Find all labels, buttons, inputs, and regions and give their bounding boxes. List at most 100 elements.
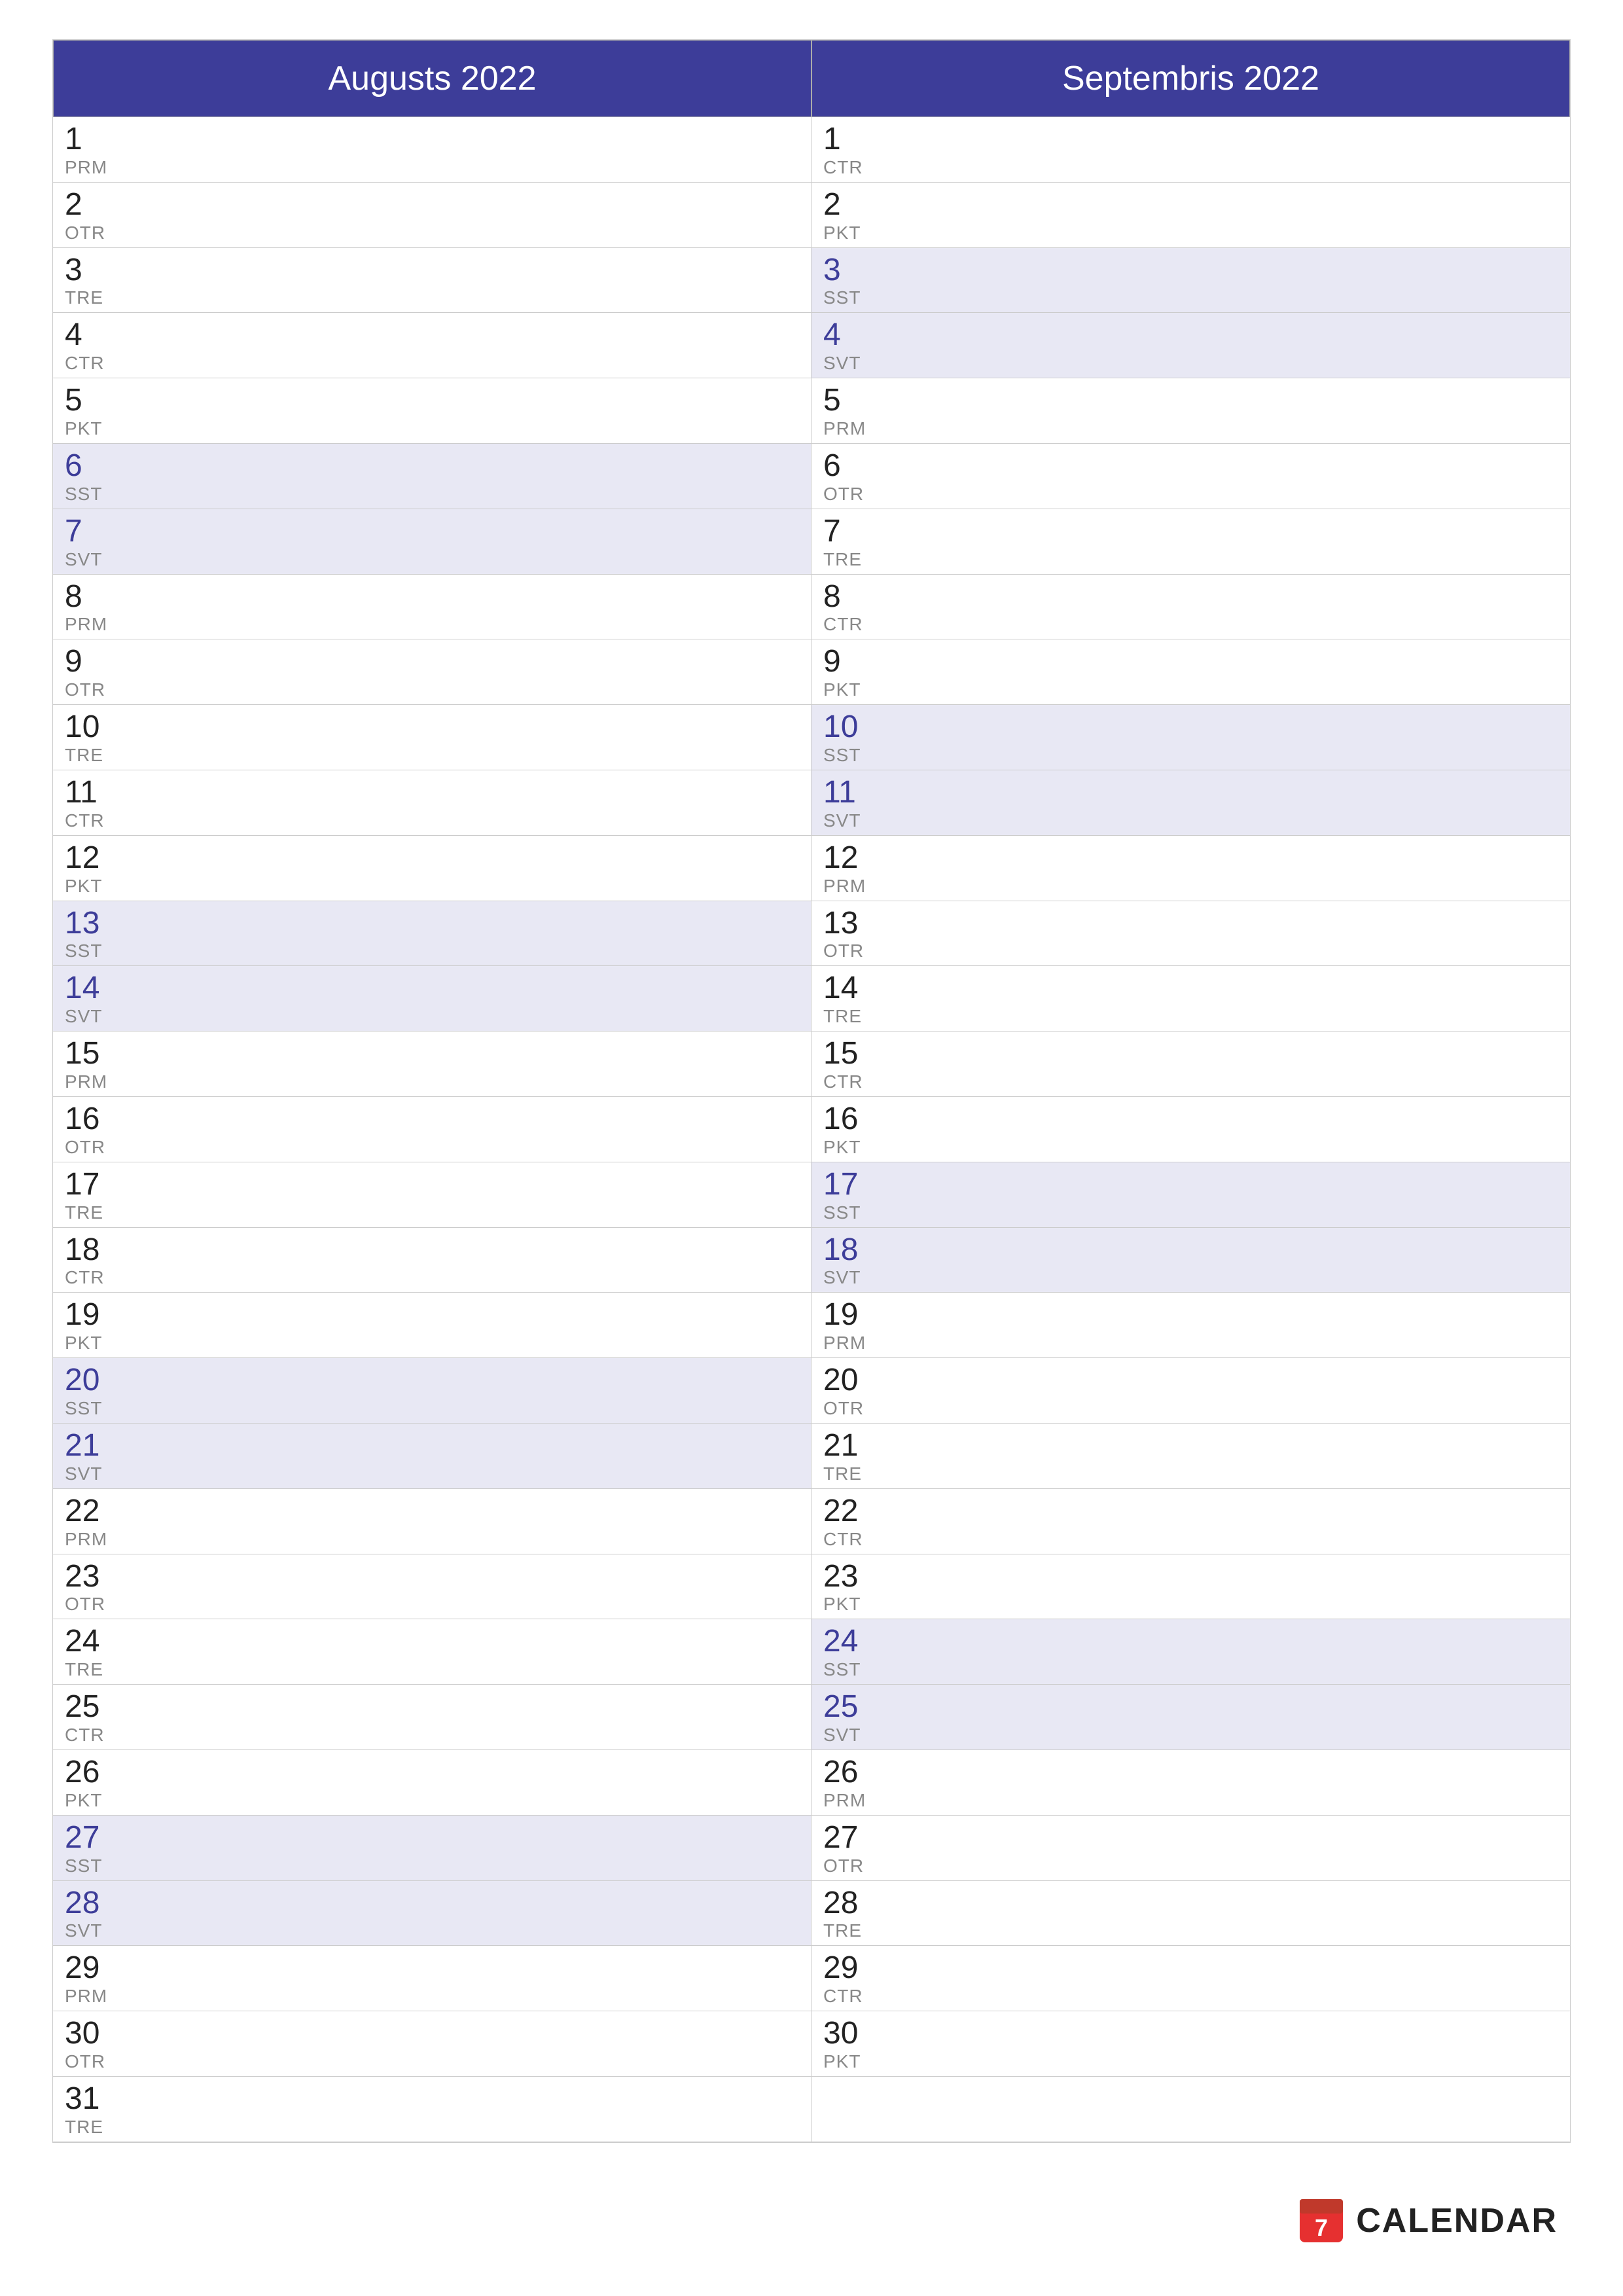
- day-abbr: PKT: [823, 2051, 1558, 2072]
- sep-day-4: 4SVT: [812, 313, 1570, 378]
- day-abbr: SST: [823, 287, 1558, 308]
- day-number: 1: [823, 122, 1558, 157]
- day-number: 7: [823, 514, 1558, 549]
- aug-day-6: 6SST: [53, 444, 812, 509]
- day-number: 19: [823, 1298, 1558, 1333]
- day-number: 28: [823, 1886, 1558, 1921]
- day-number: 17: [823, 1168, 1558, 1202]
- day-abbr: OTR: [65, 1137, 799, 1158]
- aug-day-1: 1PRM: [53, 117, 812, 183]
- day-abbr: CTR: [65, 353, 799, 374]
- day-abbr: PRM: [65, 614, 799, 635]
- day-abbr: SVT: [823, 810, 1558, 831]
- sep-day-10: 10SST: [812, 705, 1570, 770]
- day-number: 25: [65, 1690, 799, 1725]
- day-abbr: SST: [65, 484, 799, 505]
- day-number: 5: [823, 384, 1558, 418]
- sep-day-2: 2PKT: [812, 183, 1570, 248]
- header-row: Augusts 2022 Septembris 2022: [53, 40, 1570, 117]
- aug-day-25: 25CTR: [53, 1685, 812, 1750]
- day-number: 29: [823, 1951, 1558, 1986]
- day-abbr: TRE: [65, 1202, 799, 1223]
- day-abbr: OTR: [65, 2051, 799, 2072]
- day-abbr: CTR: [65, 1267, 799, 1288]
- day-number: 23: [65, 1560, 799, 1594]
- day-abbr: SVT: [65, 549, 799, 570]
- sep-day-28: 28TRE: [812, 1881, 1570, 1946]
- day-abbr: CTR: [65, 810, 799, 831]
- aug-day-24: 24TRE: [53, 1619, 812, 1685]
- day-abbr: SVT: [823, 353, 1558, 374]
- day-number: 27: [65, 1821, 799, 1856]
- day-abbr: SST: [65, 1398, 799, 1419]
- day-number: 24: [823, 1624, 1558, 1659]
- day-abbr: TRE: [65, 745, 799, 766]
- aug-day-18: 18CTR: [53, 1228, 812, 1293]
- day-number: 8: [65, 580, 799, 615]
- day-number: 18: [65, 1233, 799, 1268]
- sep-day-22: 22CTR: [812, 1489, 1570, 1554]
- day-abbr: PRM: [823, 418, 1558, 439]
- aug-day-8: 8PRM: [53, 575, 812, 640]
- sep-day-19: 19PRM: [812, 1293, 1570, 1358]
- day-abbr: SVT: [65, 1463, 799, 1484]
- aug-day-9: 9OTR: [53, 639, 812, 705]
- day-number: 12: [823, 841, 1558, 876]
- sep-day-23: 23PKT: [812, 1554, 1570, 1620]
- day-number: 13: [823, 906, 1558, 941]
- day-number: 11: [65, 776, 799, 810]
- day-number: 15: [823, 1037, 1558, 1071]
- aug-day-22: 22PRM: [53, 1489, 812, 1554]
- day-number: 14: [823, 971, 1558, 1006]
- day-abbr: CTR: [823, 1071, 1558, 1092]
- aug-day-21: 21SVT: [53, 1424, 812, 1489]
- day-abbr: SVT: [823, 1267, 1558, 1288]
- day-number: 22: [65, 1494, 799, 1529]
- aug-day-27: 27SST: [53, 1816, 812, 1881]
- page: Augusts 2022 Septembris 2022 1PRM1CTR2OT…: [0, 0, 1623, 2296]
- day-abbr: OTR: [65, 679, 799, 700]
- day-abbr: PRM: [65, 1529, 799, 1550]
- day-number: 7: [65, 514, 799, 549]
- day-number: 16: [65, 1102, 799, 1137]
- day-abbr: CTR: [823, 614, 1558, 635]
- day-number: 21: [823, 1429, 1558, 1463]
- sep-day-empty: [812, 2077, 1570, 2142]
- sep-day-29: 29CTR: [812, 1946, 1570, 2011]
- day-number: 26: [823, 1755, 1558, 1790]
- sep-day-17: 17SST: [812, 1162, 1570, 1228]
- aug-day-3: 3TRE: [53, 248, 812, 314]
- aug-day-20: 20SST: [53, 1358, 812, 1424]
- sep-day-9: 9PKT: [812, 639, 1570, 705]
- day-abbr: PKT: [823, 1594, 1558, 1615]
- day-abbr: PKT: [823, 223, 1558, 243]
- day-number: 6: [65, 449, 799, 484]
- day-number: 20: [65, 1363, 799, 1398]
- day-number: 28: [65, 1886, 799, 1921]
- day-number: 10: [823, 710, 1558, 745]
- day-abbr: SST: [65, 1856, 799, 1876]
- sep-day-20: 20OTR: [812, 1358, 1570, 1424]
- day-number: 4: [823, 318, 1558, 353]
- day-number: 13: [65, 906, 799, 941]
- day-number: 27: [823, 1821, 1558, 1856]
- sep-day-25: 25SVT: [812, 1685, 1570, 1750]
- branding: 7 CALENDAR: [1298, 2198, 1558, 2244]
- sep-day-5: 5PRM: [812, 378, 1570, 444]
- day-abbr: SVT: [65, 1920, 799, 1941]
- aug-day-28: 28SVT: [53, 1881, 812, 1946]
- day-abbr: PKT: [65, 876, 799, 897]
- day-number: 23: [823, 1560, 1558, 1594]
- day-abbr: PRM: [823, 876, 1558, 897]
- day-number: 11: [823, 776, 1558, 810]
- sep-day-12: 12PRM: [812, 836, 1570, 901]
- aug-day-31: 31TRE: [53, 2077, 812, 2142]
- day-abbr: TRE: [65, 2117, 799, 2138]
- day-number: 20: [823, 1363, 1558, 1398]
- day-abbr: OTR: [65, 223, 799, 243]
- day-number: 22: [823, 1494, 1558, 1529]
- day-number: 9: [65, 645, 799, 679]
- brand-label: CALENDAR: [1356, 2201, 1558, 2240]
- day-abbr: TRE: [65, 1659, 799, 1680]
- sep-day-16: 16PKT: [812, 1097, 1570, 1162]
